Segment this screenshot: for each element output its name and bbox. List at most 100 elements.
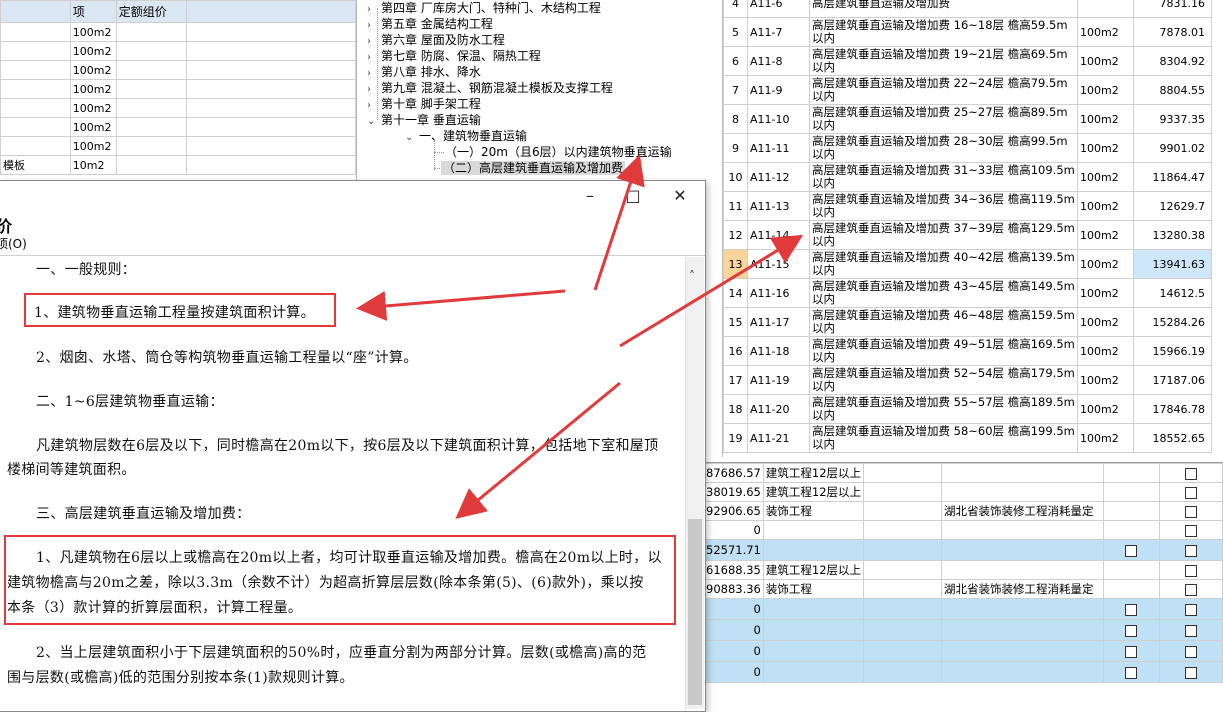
- row-number[interactable]: 19: [723, 423, 748, 453]
- row-quota[interactable]: [115, 98, 187, 118]
- checkbox[interactable]: [1184, 486, 1197, 499]
- dialog-titlebar[interactable]: – □ ✕: [0, 181, 705, 211]
- scroll-up-icon[interactable]: ˄: [689, 269, 695, 283]
- quota-row[interactable]: 4 A11-6 高层建筑垂直运输及增加费 7831.16: [723, 0, 1212, 18]
- tree-leaf-within-20m[interactable]: （一）20m（且6层）以内建筑物垂直运输: [445, 144, 672, 160]
- checkbox[interactable]: [1125, 603, 1138, 616]
- row-number[interactable]: 13: [723, 249, 748, 279]
- quota-row[interactable]: 15 A11-17 高层建筑垂直运输及增加费 46~48层 檐高159.5m以内 10…: [723, 307, 1212, 337]
- grid-header-item[interactable]: 项: [69, 0, 117, 23]
- tree-section-1[interactable]: ⌄ 一、建筑物垂直运输: [405, 128, 527, 144]
- row-quota[interactable]: [115, 155, 187, 175]
- row-quota[interactable]: [115, 136, 187, 156]
- quota-row[interactable]: 8 A11-10 高层建筑垂直运输及增加费 25~27层 檐高89.5m以内 100m…: [723, 104, 1212, 134]
- row-quota[interactable]: [115, 22, 187, 42]
- table-row[interactable]: 90883.36 装饰工程 湖北省装饰装修工程消耗量定: [703, 579, 1223, 599]
- row-check-a[interactable]: [1102, 560, 1160, 580]
- checkbox[interactable]: [1184, 624, 1197, 637]
- row-check-b[interactable]: [1158, 640, 1223, 662]
- tree-chapter-5[interactable]: › 第五章 金属结构工程: [367, 16, 493, 32]
- tree-chapter-4[interactable]: › 第四章 厂库房大门、特种门、木结构工程: [367, 0, 601, 16]
- row-number[interactable]: 14: [723, 278, 748, 308]
- quota-row[interactable]: 18 A11-20 高层建筑垂直运输及增加费 55~57层 檐高189.5m以内 10…: [723, 394, 1212, 424]
- row-quota[interactable]: [115, 117, 187, 137]
- row-quota[interactable]: [115, 41, 187, 61]
- row-check-a[interactable]: [1102, 579, 1160, 599]
- quota-row[interactable]: 10 A11-12 高层建筑垂直运输及增加费 31~33层 檐高109.5m以内 10…: [723, 162, 1212, 192]
- checkbox[interactable]: [1184, 524, 1197, 537]
- table-row[interactable]: 100m2: [0, 117, 356, 137]
- tree-chapter-6[interactable]: › 第六章 屋面及防水工程: [367, 32, 505, 48]
- table-row[interactable]: 模板 10m2: [0, 155, 356, 175]
- row-check-a[interactable]: [1102, 520, 1160, 540]
- quota-row[interactable]: 5 A11-7 高层建筑垂直运输及增加费 16~18层 檐高59.5m以内 100m2…: [723, 17, 1212, 47]
- table-row[interactable]: 92906.65 装饰工程 湖北省装饰装修工程消耗量定: [703, 501, 1223, 521]
- checkbox[interactable]: [1184, 544, 1197, 557]
- row-check-b[interactable]: [1158, 598, 1223, 620]
- quota-row[interactable]: 17 A11-19 高层建筑垂直运输及增加费 52~54层 檐高179.5m以内 10…: [723, 365, 1212, 395]
- row-check-a[interactable]: [1102, 661, 1160, 683]
- checkbox[interactable]: [1184, 603, 1197, 616]
- row-check-b[interactable]: [1158, 501, 1223, 521]
- grid-header-quota[interactable]: 定额组价: [115, 0, 187, 23]
- row-check-a[interactable]: [1102, 619, 1160, 641]
- row-check-b[interactable]: [1158, 560, 1223, 580]
- quota-row[interactable]: 12 A11-14 高层建筑垂直运输及增加费 37~39层 檐高129.5m以内 10…: [723, 220, 1212, 250]
- table-row[interactable]: 100m2: [0, 41, 356, 61]
- row-check-b[interactable]: [1158, 539, 1223, 561]
- vertical-scrollbar[interactable]: ˄: [685, 257, 704, 709]
- table-row[interactable]: 87686.57 建筑工程12层以上: [703, 463, 1223, 483]
- maximize-button[interactable]: □: [613, 183, 653, 209]
- toolbar-price-label[interactable]: 价: [0, 213, 12, 237]
- row-number[interactable]: 17: [723, 365, 748, 395]
- table-row[interactable]: 52571.71: [703, 539, 1223, 561]
- checkbox[interactable]: [1125, 624, 1138, 637]
- row-number[interactable]: 16: [723, 336, 748, 366]
- quota-row[interactable]: 13 A11-15 高层建筑垂直运输及增加费 40~42层 檐高139.5m以内 10…: [723, 249, 1212, 279]
- quota-row[interactable]: 6 A11-8 高层建筑垂直运输及增加费 19~21层 檐高69.5m以内 100m2…: [723, 46, 1212, 76]
- tree-chapter-11[interactable]: ⌄ 第十一章 垂直运输: [367, 112, 481, 128]
- quota-row[interactable]: 9 A11-11 高层建筑垂直运输及增加费 28~30层 檐高99.5m以内 100m…: [723, 133, 1212, 163]
- quota-row[interactable]: 14 A11-16 高层建筑垂直运输及增加费 43~45层 檐高149.5m以内 10…: [723, 278, 1212, 308]
- tree-chapter-8[interactable]: › 第八章 排水、降水: [367, 64, 481, 80]
- row-number[interactable]: 10: [723, 162, 748, 192]
- row-check-a[interactable]: [1102, 482, 1160, 502]
- row-number[interactable]: 15: [723, 307, 748, 337]
- close-button[interactable]: ✕: [660, 183, 700, 209]
- grid-header-name[interactable]: [0, 0, 71, 23]
- checkbox[interactable]: [1125, 544, 1138, 557]
- table-row[interactable]: 100m2: [0, 136, 356, 156]
- row-quota[interactable]: [115, 79, 187, 99]
- row-number[interactable]: 9: [723, 133, 748, 163]
- checkbox[interactable]: [1184, 505, 1197, 518]
- row-check-a[interactable]: [1102, 501, 1160, 521]
- row-number[interactable]: 6: [723, 46, 748, 76]
- row-check-b[interactable]: [1158, 619, 1223, 641]
- row-check-b[interactable]: [1158, 463, 1223, 483]
- chevron-down-icon[interactable]: ⌄: [405, 130, 419, 146]
- tree-leaf-highrise[interactable]: （二）高层建筑垂直运输及增加费: [441, 160, 626, 176]
- checkbox[interactable]: [1184, 645, 1197, 658]
- row-check-b[interactable]: [1158, 482, 1223, 502]
- table-row[interactable]: 0: [703, 598, 1223, 620]
- minimize-button[interactable]: –: [570, 183, 610, 209]
- checkbox[interactable]: [1184, 583, 1197, 596]
- checkbox[interactable]: [1125, 645, 1138, 658]
- table-row[interactable]: 0: [703, 661, 1223, 683]
- quota-row[interactable]: 7 A11-9 高层建筑垂直运输及增加费 22~24层 檐高79.5m以内 100m2…: [723, 75, 1212, 105]
- row-number[interactable]: 11: [723, 191, 748, 221]
- row-check-b[interactable]: [1158, 661, 1223, 683]
- tree-chapter-9[interactable]: › 第九章 混凝土、钢筋混凝土模板及支撑工程: [367, 80, 613, 96]
- row-number[interactable]: 18: [723, 394, 748, 424]
- quota-row[interactable]: 16 A11-18 高层建筑垂直运输及增加费 49~51层 檐高169.5m以内 10…: [723, 336, 1212, 366]
- table-row[interactable]: 38019.65 建筑工程12层以上: [703, 482, 1223, 502]
- table-row[interactable]: 61688.35 建筑工程12层以上: [703, 560, 1223, 580]
- table-row[interactable]: 100m2: [0, 79, 356, 99]
- table-row[interactable]: 100m2: [0, 60, 356, 80]
- row-number[interactable]: 5: [723, 17, 748, 47]
- checkbox[interactable]: [1184, 467, 1197, 480]
- row-quota[interactable]: [115, 60, 187, 80]
- row-check-b[interactable]: [1158, 520, 1223, 540]
- row-check-a[interactable]: [1102, 463, 1160, 483]
- checkbox[interactable]: [1184, 666, 1197, 679]
